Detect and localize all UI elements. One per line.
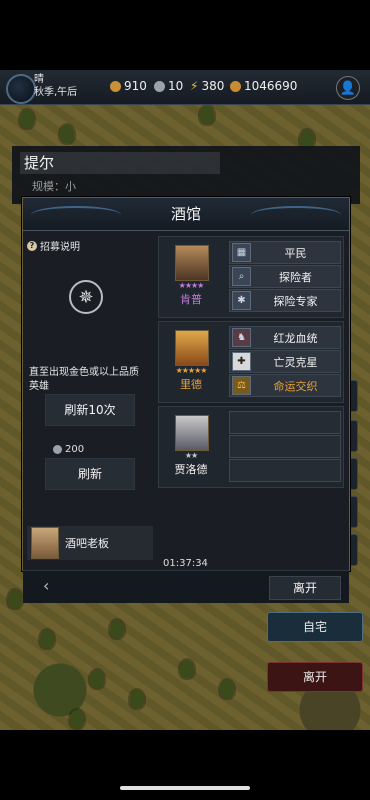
ornament-left-icon <box>31 206 121 224</box>
home-button[interactable]: 自宅 <box>267 612 363 642</box>
dialog-header: 酒馆 <box>23 198 349 231</box>
profile-icon[interactable]: 👤 <box>336 76 360 100</box>
gold-resource: 910 <box>110 79 147 93</box>
trait-slot[interactable]: ♞ 红龙血统 <box>229 326 341 349</box>
hero-stars: ★★★★★ <box>175 366 208 375</box>
expert-icon: ✱ <box>232 291 251 310</box>
city-panel: 提尔 规模：小 <box>12 146 360 204</box>
trait-label: 平民 <box>284 246 307 260</box>
trait-slot[interactable]: ✚ 亡灵克星 <box>229 350 341 373</box>
dragon-icon: ♞ <box>232 328 251 347</box>
city-name: 提尔 <box>20 152 220 174</box>
trait-slot-empty <box>229 435 341 458</box>
trait-slot-empty <box>229 411 341 434</box>
weather-label: 晴 <box>34 74 44 85</box>
weather-dial-icon[interactable] <box>6 74 36 104</box>
refresh-button[interactable]: 刷新 <box>45 458 135 490</box>
hero-stars: ★★★★ <box>178 281 205 290</box>
hero-name: 贾洛德 <box>174 463 208 476</box>
leave-city-button[interactable]: 离开 <box>267 662 363 692</box>
shield-icon: ✚ <box>232 352 251 371</box>
energy-resource: ⚡ 380 <box>190 79 224 93</box>
silver-value: 10 <box>168 79 184 93</box>
hero-portrait <box>175 415 209 451</box>
wood-icon <box>230 80 241 92</box>
refresh-cost: 200 <box>53 444 84 455</box>
dialog-footer: ‹ 离开 <box>23 570 349 603</box>
city-scale: 规模：小 <box>32 178 76 194</box>
home-indicator <box>120 786 250 790</box>
compass-icon: ✵ <box>69 280 103 314</box>
trait-slot[interactable]: ✱ 探险专家 <box>229 289 341 312</box>
hero-card[interactable]: ★★★★ 肯普 ▦ 平民 ⌕ 探险者 ✱ 探险专家 <box>158 236 344 318</box>
refresh-condition-text: 直至出现金色或以上品质英雄 <box>29 367 139 392</box>
hero-portrait <box>175 245 209 281</box>
city-scale-label: 规模： <box>32 180 65 193</box>
keeper-label: 酒吧老板 <box>65 537 109 550</box>
hero-card[interactable]: ★★★★★ 里德 ♞ 红龙血统 ✚ 亡灵克星 ⚖ 命运交织 <box>158 321 344 403</box>
ornament-right-icon <box>251 206 341 224</box>
refresh-timer: 01:37:34 <box>163 558 208 569</box>
hero-name: 里德 <box>180 378 202 391</box>
trait-label: 命运交织 <box>273 379 318 393</box>
energy-value: 380 <box>201 79 225 93</box>
cost-value: 200 <box>65 444 85 455</box>
hero-stars: ★★ <box>184 451 198 460</box>
gold-value: 910 <box>124 79 147 93</box>
city-scale-value: 小 <box>65 180 76 193</box>
trait-slot-empty <box>229 459 341 482</box>
wood-value: 1046690 <box>244 79 298 93</box>
trait-slot[interactable]: ▦ 平民 <box>229 241 341 264</box>
trait-label: 红龙血统 <box>273 331 318 345</box>
dialog-title: 酒馆 <box>170 205 201 223</box>
gold-coin-icon <box>110 80 121 92</box>
season-time-label: 秋季,午后 <box>34 87 78 98</box>
chevron-left-icon[interactable]: ‹ <box>43 576 49 595</box>
telescope-icon: ⌕ <box>232 267 251 286</box>
top-status-bar: 晴 秋季,午后 910 10 ⚡ 380 1046690 👤 <box>0 70 370 105</box>
chip-icon: ▦ <box>232 243 251 262</box>
silver-coin-icon <box>154 80 165 92</box>
hero-name: 肯普 <box>180 293 202 306</box>
hero-portrait <box>175 330 209 366</box>
wood-resource: 1046690 <box>230 79 297 93</box>
question-icon: ? <box>27 240 37 251</box>
keeper-portrait <box>31 527 59 559</box>
help-label: 招募说明 <box>40 242 80 253</box>
lightning-icon: ⚡ <box>190 79 199 93</box>
trait-slot[interactable]: ⌕ 探险者 <box>229 265 341 288</box>
weather-info: 晴 秋季,午后 <box>34 73 77 99</box>
trait-slot[interactable]: ⚖ 命运交织 <box>229 374 341 397</box>
hero-card[interactable]: ★★ 贾洛德 <box>158 406 344 488</box>
trait-label: 亡灵克星 <box>273 355 318 369</box>
trait-label: 探险者 <box>279 270 312 284</box>
tavern-dialog: 酒馆 ? 招募说明 ✵ 直至出现金色或以上品质英雄 刷新10次 200 刷新 酒… <box>22 197 350 603</box>
refresh10-button[interactable]: 刷新10次 <box>45 394 135 426</box>
silver-coin-icon <box>53 445 62 454</box>
scales-icon: ⚖ <box>232 376 251 395</box>
silver-resource: 10 <box>154 79 183 93</box>
bar-keeper[interactable]: 酒吧老板 <box>27 526 153 560</box>
trait-label: 探险专家 <box>273 294 318 308</box>
recruit-help[interactable]: ? 招募说明 <box>27 238 80 253</box>
leave-button[interactable]: 离开 <box>269 576 341 600</box>
